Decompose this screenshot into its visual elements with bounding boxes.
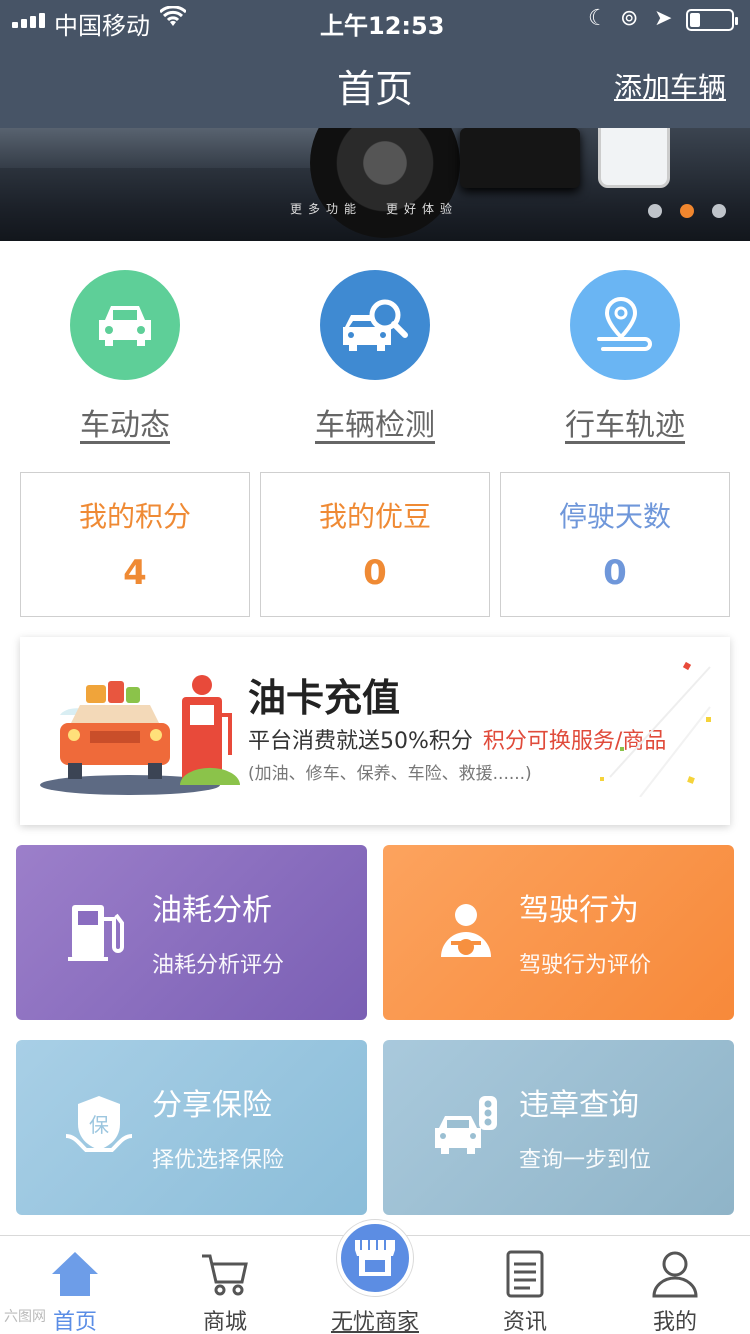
svg-text:保: 保 xyxy=(89,1113,109,1137)
add-vehicle-link[interactable]: 添加车辆 xyxy=(614,66,726,106)
banner-obd-device-image xyxy=(460,128,580,188)
service-subtitle: 油耗分析评分 xyxy=(152,953,285,978)
service-driving-behavior[interactable]: 驾驶行为 驾驶行为评价 xyxy=(383,845,734,1020)
stat-title: 停驶天数 xyxy=(558,500,671,533)
banner-slogan-1: 更多功能 xyxy=(290,202,363,216)
service-violation-query[interactable]: 违章查询 查询一步到位 xyxy=(383,1040,734,1215)
quick-action-label: 车辆检测 xyxy=(315,408,435,443)
service-title: 油耗分析 xyxy=(152,893,272,928)
store-icon xyxy=(355,1240,395,1276)
rotation-lock-icon: ⊚ xyxy=(620,6,639,31)
promo-banner[interactable]: 更多功能 更好体验 xyxy=(0,128,750,241)
service-share-insurance[interactable]: 保 分享保险 择优选择保险 xyxy=(16,1040,367,1215)
car-fuel-illustration xyxy=(40,675,240,795)
quick-action-vehicle-check[interactable]: 车辆检测 xyxy=(250,270,500,444)
location-route-icon xyxy=(570,270,680,380)
do-not-disturb-icon: ☾ xyxy=(588,6,608,31)
tab-label: 商城 xyxy=(202,1310,247,1334)
banner-pagination xyxy=(648,204,726,218)
stat-title: 我的优豆 xyxy=(318,500,431,533)
service-subtitle: 择优选择保险 xyxy=(152,1148,285,1173)
stat-title: 我的积分 xyxy=(78,500,191,533)
stat-card-points[interactable]: 我的积分 4 xyxy=(20,472,250,617)
news-icon xyxy=(506,1250,544,1298)
oil-card-title: 油卡充值 xyxy=(248,676,401,720)
tab-news[interactable]: 资讯 xyxy=(450,1236,600,1334)
carrier-name: 中国移动 xyxy=(54,12,150,40)
quick-actions: 车动态 车辆检测 行车轨迹 xyxy=(0,270,750,450)
cart-icon xyxy=(202,1254,248,1296)
traffic-violation-icon xyxy=(435,1096,497,1154)
watermark: 六图网 xyxy=(4,1309,46,1325)
service-fuel-analysis[interactable]: 油耗分析 油耗分析评分 xyxy=(16,845,367,1020)
banner-city-image xyxy=(0,128,320,168)
user-icon xyxy=(652,1251,698,1298)
confetti-decoration xyxy=(600,661,711,797)
service-title: 违章查询 xyxy=(519,1088,639,1123)
tab-label: 我的 xyxy=(652,1310,697,1334)
service-subtitle: 查询一步到位 xyxy=(519,1148,652,1173)
banner-dot-active[interactable] xyxy=(680,204,694,218)
location-arrow-icon: ➤ xyxy=(654,6,673,31)
stat-value: 0 xyxy=(363,553,387,593)
banner-slogan-2: 更好体验 xyxy=(386,202,459,216)
battery-icon xyxy=(686,9,738,31)
insurance-shield-icon: 保 xyxy=(65,1096,133,1152)
tab-mall[interactable]: 商城 xyxy=(150,1236,300,1334)
tab-profile[interactable]: 我的 xyxy=(600,1236,750,1334)
status-bar: 中国移动 上午12:53 ☾ ⊚ ➤ xyxy=(0,0,750,42)
merchants-center-button[interactable] xyxy=(337,1220,413,1296)
stat-card-parked-days[interactable]: 停驶天数 0 xyxy=(500,472,730,617)
stat-card-beans[interactable]: 我的优豆 0 xyxy=(260,472,490,617)
status-time: 上午12:53 xyxy=(320,12,445,40)
car-icon xyxy=(70,270,180,380)
oil-card-recharge-banner[interactable]: 油卡充值 平台消费就送50%积分 积分可换服务/商品 (加油、修车、保养、车险、救… xyxy=(20,637,730,825)
fuel-pump-icon xyxy=(68,905,124,961)
service-title: 分享保险 xyxy=(152,1088,272,1123)
oil-card-desc-text: 平台消费就送50%积分 xyxy=(248,729,473,754)
stat-value: 4 xyxy=(123,553,147,593)
quick-action-car-status[interactable]: 车动态 xyxy=(0,270,250,444)
banner-dot[interactable] xyxy=(648,204,662,218)
banner-phone-image xyxy=(598,128,670,188)
home-icon xyxy=(52,1252,98,1296)
top-bar: 中国移动 上午12:53 ☾ ⊚ ➤ 首页 添加车辆 xyxy=(0,0,750,128)
quick-action-label: 车动态 xyxy=(80,408,170,443)
service-title: 驾驶行为 xyxy=(519,893,639,928)
service-subtitle: 驾驶行为评价 xyxy=(519,953,652,978)
tab-label: 无忧商家 xyxy=(330,1310,419,1334)
quick-action-route-track[interactable]: 行车轨迹 xyxy=(500,270,750,444)
quick-action-label: 行车轨迹 xyxy=(565,408,685,443)
signal-icon xyxy=(12,13,45,28)
stat-value: 0 xyxy=(603,553,627,593)
tab-label: 资讯 xyxy=(502,1310,547,1334)
banner-dot[interactable] xyxy=(712,204,726,218)
driver-icon xyxy=(441,904,491,957)
wifi-icon xyxy=(158,5,188,34)
car-search-icon xyxy=(320,270,430,380)
oil-card-note: (加油、修车、保养、车险、救援......) xyxy=(248,764,532,784)
banner-wheel-image xyxy=(310,128,460,238)
